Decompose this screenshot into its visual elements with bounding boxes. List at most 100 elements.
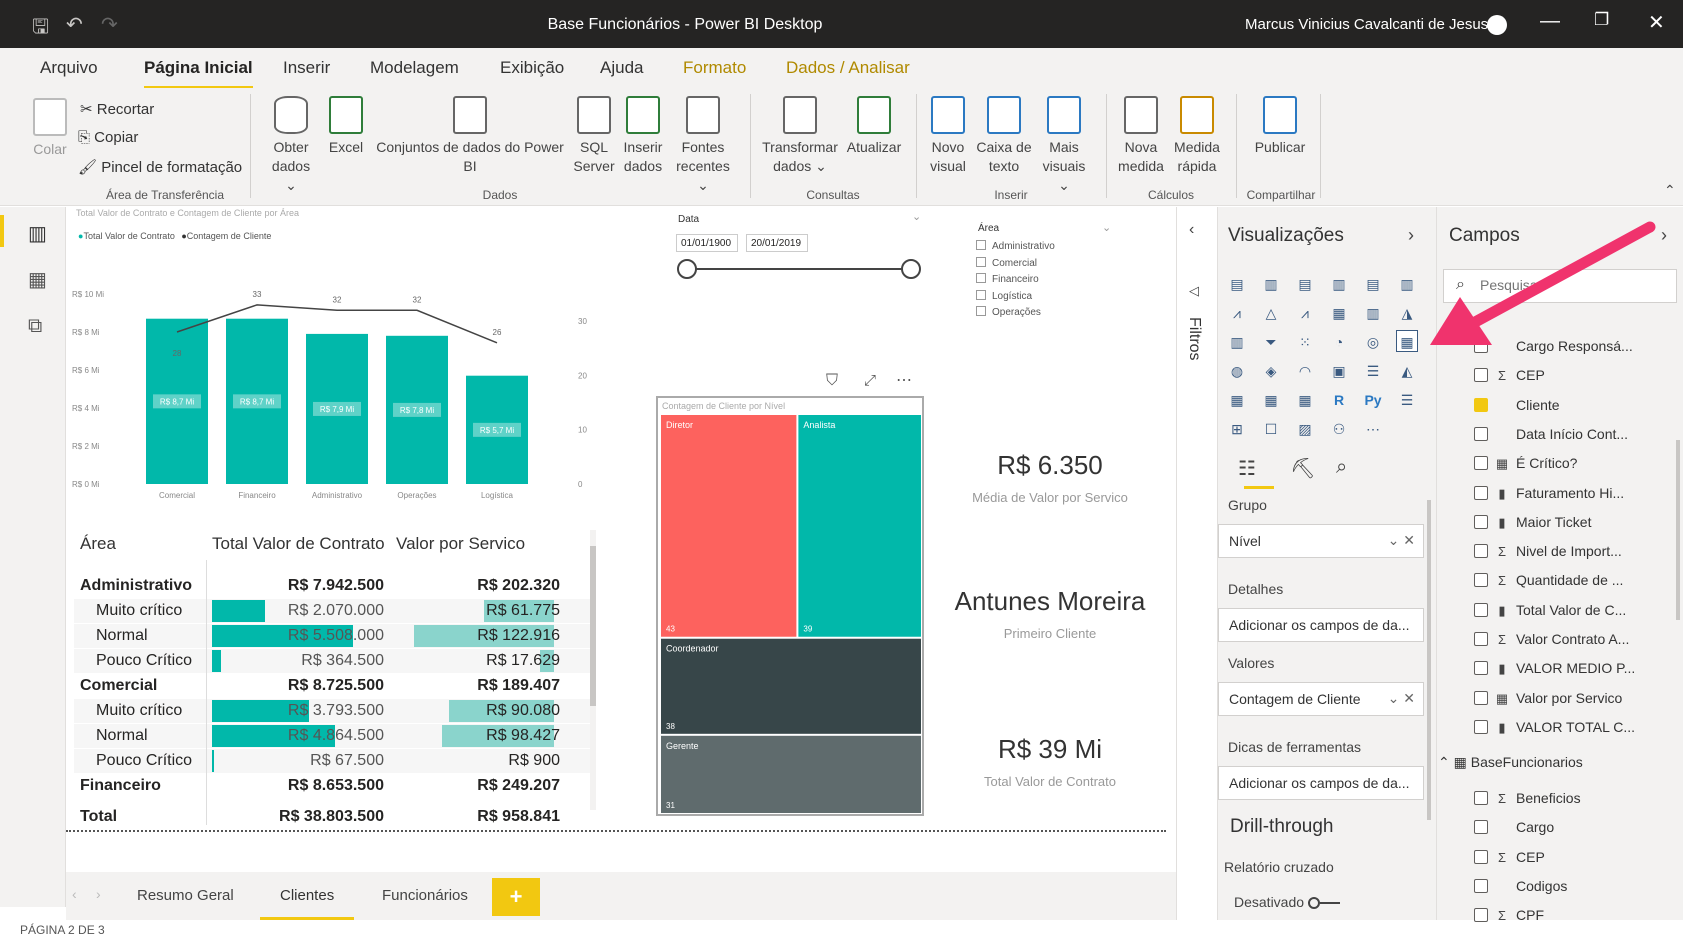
sql-button[interactable]: SQL Server xyxy=(572,96,616,176)
waterfall-icon[interactable]: ▥ xyxy=(1226,330,1248,352)
tab-clientes[interactable]: Clientes xyxy=(259,887,355,920)
field-item[interactable]: Σ CEP xyxy=(1474,849,1545,865)
filter-icon[interactable]: ⛉ xyxy=(826,372,838,390)
r-visual-icon[interactable]: R xyxy=(1328,388,1350,410)
field-item[interactable]: ▮ Maior Ticket xyxy=(1474,514,1591,531)
table-row[interactable]: Normal R$ 5.508.000 R$ 122.916 xyxy=(74,624,594,648)
next-page-icon[interactable]: › xyxy=(96,886,101,902)
table-scrollbar[interactable] xyxy=(590,530,596,810)
field-item[interactable]: Σ Quantidade de ... xyxy=(1474,572,1623,588)
analytics-icon[interactable]: ⌕ xyxy=(1336,456,1347,479)
gauge-icon[interactable]: ◠ xyxy=(1294,359,1316,381)
map-icon[interactable]: ◍ xyxy=(1226,359,1248,381)
data-view-icon[interactable]: ▦ xyxy=(28,267,47,292)
kpi-icon[interactable]: ◭ xyxy=(1396,359,1418,381)
field-item[interactable]: Cliente xyxy=(1474,397,1560,413)
area-slicer-item[interactable]: Administrativo xyxy=(976,240,1055,252)
treemap-icon[interactable]: ▦ xyxy=(1396,330,1418,352)
table-row[interactable]: Muito crítico R$ 3.793.500 R$ 90.080 xyxy=(74,699,594,723)
col-header-valor[interactable]: Total Valor de Contrato xyxy=(212,534,385,554)
transformar-dados-button[interactable]: Transformar dados ⌄ xyxy=(760,96,840,176)
conjuntos-button[interactable]: Conjuntos de dados do Power BI xyxy=(370,96,570,176)
focus-mode-icon[interactable]: ⤢ xyxy=(864,372,876,389)
stacked-area-icon[interactable]: ⩘ xyxy=(1294,301,1316,323)
nova-medida-button[interactable]: Nova medida xyxy=(1116,96,1166,176)
well-detalhes[interactable]: Adicionar os campos de da... xyxy=(1218,608,1424,642)
line-clustered-icon[interactable]: ▥ xyxy=(1362,301,1384,323)
ribbon-icon[interactable]: ◮ xyxy=(1396,301,1418,323)
filters-pane[interactable]: ‹ ◁ Filtros xyxy=(1176,207,1217,920)
area-slicer-item[interactable]: Comercial xyxy=(976,256,1037,269)
colar-button[interactable]: Colar xyxy=(30,98,70,159)
publicar-button[interactable]: Publicar xyxy=(1250,96,1310,157)
atualizar-button[interactable]: Atualizar xyxy=(846,96,902,157)
table-basefuncionarios[interactable]: ⌃ ▦ BaseFuncionarios xyxy=(1438,754,1583,771)
area-slicer-item[interactable]: Financeiro xyxy=(976,273,1039,285)
fields-well-icon[interactable]: ☷ xyxy=(1238,456,1256,481)
table-icon[interactable]: ▦ xyxy=(1260,388,1282,410)
avatar[interactable] xyxy=(1487,15,1507,35)
expand-filters-icon[interactable]: ‹ xyxy=(1189,221,1194,239)
tab-resumo-geral[interactable]: Resumo Geral xyxy=(137,887,234,904)
table-row[interactable]: Pouco Crítico R$ 364.500 R$ 17.629 xyxy=(74,649,594,673)
table-scroll-thumb[interactable] xyxy=(590,546,596,706)
area-slicer-item[interactable]: Operações xyxy=(976,306,1041,318)
line-icon[interactable]: ⩘ xyxy=(1226,301,1248,323)
table-row[interactable]: Pouco Crítico R$ 67.500 R$ 900 xyxy=(74,749,594,773)
field-item[interactable]: Σ CPF xyxy=(1474,907,1544,923)
more-visuals-icon[interactable]: ⋯ xyxy=(1362,417,1384,439)
more-options-icon[interactable]: ⋯ xyxy=(896,370,912,390)
clustered-bar-icon[interactable]: ▤ xyxy=(1294,272,1316,294)
fields-scrollbar[interactable] xyxy=(1676,440,1680,620)
field-item[interactable]: Codigos xyxy=(1474,878,1567,894)
viz-scrollbar[interactable] xyxy=(1427,500,1431,820)
pincel-button[interactable]: 🖌 Pincel de formatação xyxy=(78,158,242,176)
table-row[interactable]: Financeiro R$ 8.653.500 R$ 249.207 xyxy=(74,774,594,798)
menu-ajuda[interactable]: Ajuda xyxy=(600,58,643,78)
filled-map-icon[interactable]: ◈ xyxy=(1260,359,1282,381)
scatter-icon[interactable]: ⁙ xyxy=(1294,330,1316,352)
stacked-bar-icon[interactable]: ▤ xyxy=(1226,272,1248,294)
line-column-icon[interactable]: ▦ xyxy=(1328,301,1350,323)
well-valores[interactable]: Contagem de Cliente ⌄ ✕ xyxy=(1218,682,1424,716)
table-row[interactable]: Muito crítico R$ 2.070.000 R$ 61.775 xyxy=(74,599,594,623)
total-row[interactable]: Total R$ 38.803.500 R$ 958.841 xyxy=(74,805,594,829)
field-item[interactable]: ▦ Valor por Servico xyxy=(1474,690,1622,707)
field-item[interactable]: ▮ Faturamento Hi... xyxy=(1474,485,1624,502)
field-item[interactable]: Σ Beneficios xyxy=(1474,790,1581,806)
key-influencers-icon[interactable]: ☰ xyxy=(1396,388,1418,410)
minimize-icon[interactable]: — xyxy=(1540,10,1560,33)
table-row[interactable]: Normal R$ 4.864.500 R$ 98.427 xyxy=(74,724,594,748)
multi-row-card-icon[interactable]: ☰ xyxy=(1362,359,1384,381)
field-item[interactable]: Σ CEP xyxy=(1474,367,1545,383)
restore-icon[interactable]: ❐ xyxy=(1594,10,1609,30)
collapse-viz-icon[interactable]: › xyxy=(1408,225,1414,246)
caixa-texto-button[interactable]: Caixa de texto xyxy=(974,96,1034,176)
funnel-icon[interactable]: ⏷ xyxy=(1260,330,1282,352)
decomposition-tree-icon[interactable]: ⊞ xyxy=(1226,417,1248,439)
menu-arquivo[interactable]: Arquivo xyxy=(40,58,98,78)
menu-exibicao[interactable]: Exibição xyxy=(500,58,564,78)
obter-dados-button[interactable]: Obter dados ⌄ xyxy=(266,96,316,195)
recortar-button[interactable]: ✂ Recortar xyxy=(80,100,154,118)
card-icon[interactable]: ▣ xyxy=(1328,359,1350,381)
novo-visual-button[interactable]: Novo visual xyxy=(928,96,968,176)
field-item[interactable]: Σ Valor Contrato A... xyxy=(1474,631,1629,647)
python-visual-icon[interactable]: Py xyxy=(1362,388,1384,410)
medida-rapida-button[interactable]: Medida rápida xyxy=(1170,96,1224,176)
chevron-down-icon[interactable]: ⌄ xyxy=(912,210,921,223)
cross-report-toggle[interactable]: Desativado xyxy=(1234,894,1340,910)
mais-visuais-button[interactable]: Mais visuais ⌄ xyxy=(1036,96,1092,195)
well-dicas[interactable]: Adicionar os campos de da... xyxy=(1218,766,1424,800)
date-slider-handle-start[interactable] xyxy=(677,259,697,279)
field-item[interactable]: ▦ É Crítico? xyxy=(1474,455,1577,472)
menu-inserir[interactable]: Inserir xyxy=(283,58,330,78)
menu-formato[interactable]: Formato xyxy=(683,58,746,78)
format-paint-roller-icon[interactable]: ⛏ xyxy=(1290,456,1315,481)
close-icon[interactable]: ✕ xyxy=(1648,10,1665,35)
field-item[interactable]: Cargo xyxy=(1474,819,1554,835)
inserir-dados-button[interactable]: Inserir dados xyxy=(620,96,666,176)
menu-modelagem[interactable]: Modelagem xyxy=(370,58,459,78)
chevron-down-icon[interactable]: ⌄ xyxy=(1102,221,1111,234)
paginated-icon[interactable]: ⚇ xyxy=(1328,417,1350,439)
